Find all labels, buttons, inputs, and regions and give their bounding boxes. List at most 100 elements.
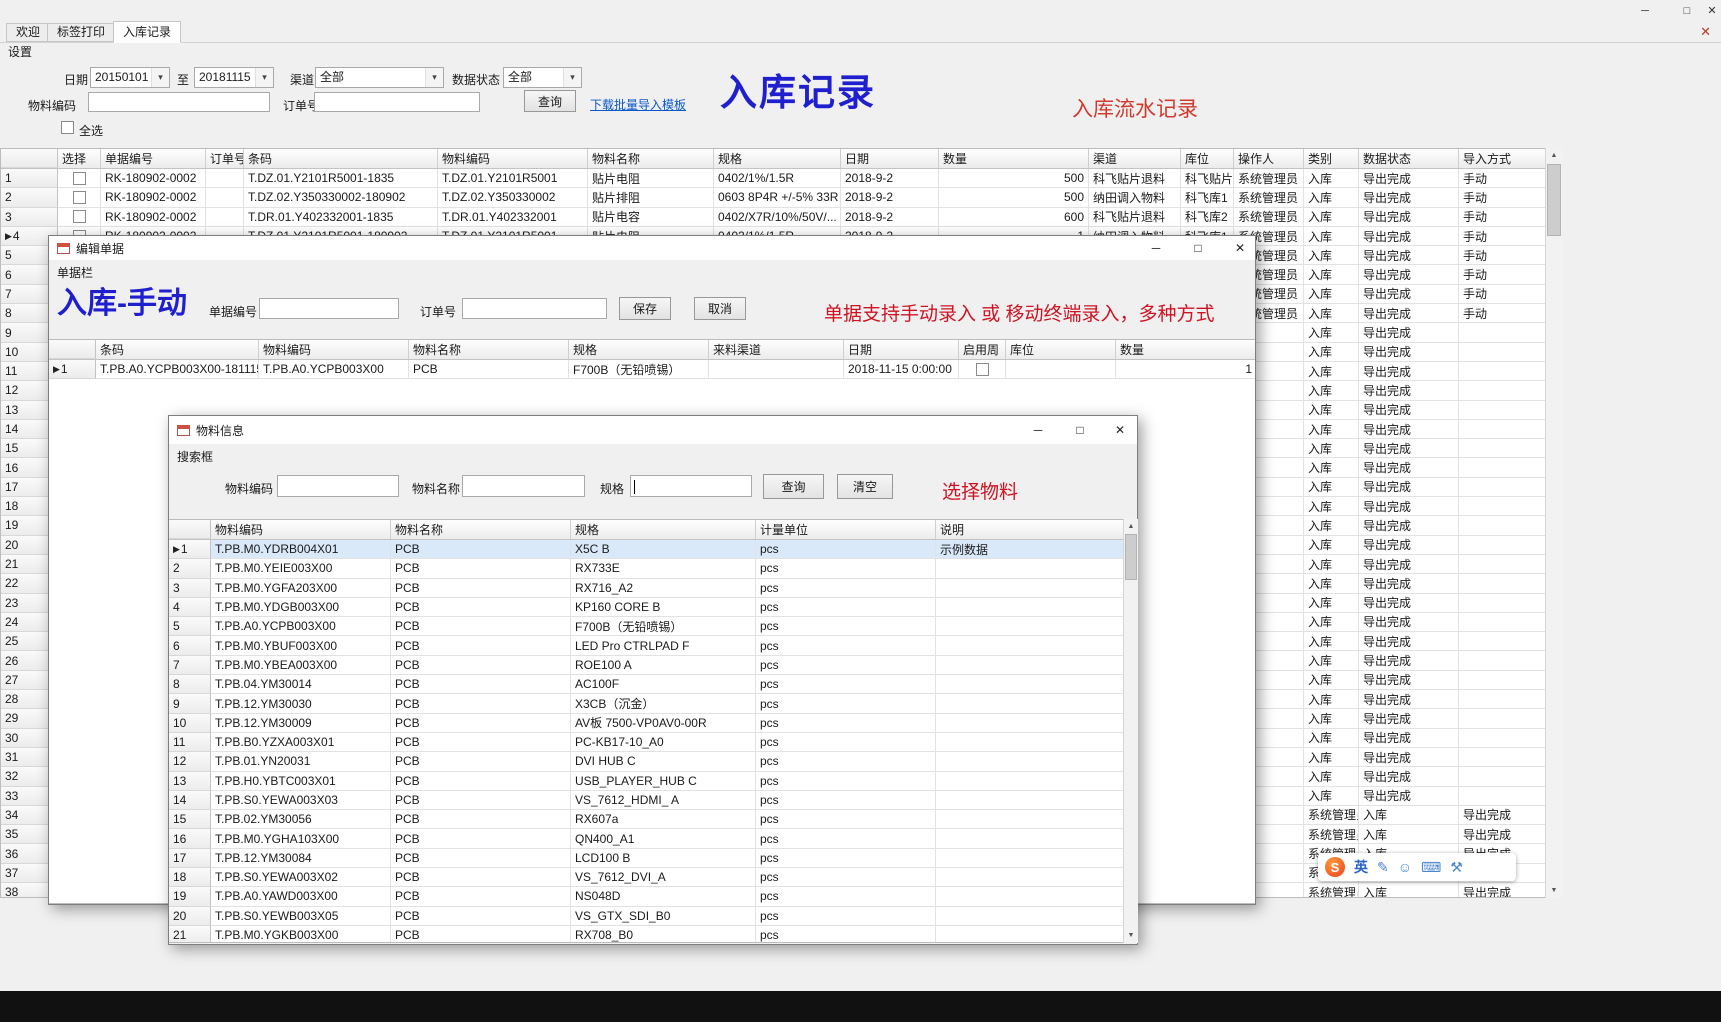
cell[interactable] [936,598,1125,617]
toolbox-icon[interactable]: ⚒ [1450,859,1463,876]
column-header[interactable]: 计量单位 [756,520,936,539]
cell[interactable] [936,733,1125,752]
cell[interactable]: RK-180902-0002 [101,188,206,207]
cell[interactable]: LCD100 B [571,849,756,868]
cell[interactable]: pcs [756,540,936,559]
chevron-down-icon[interactable]: ▾ [563,68,581,87]
cell[interactable]: 入库 [1304,516,1359,535]
cell[interactable]: T.DZ.02.Y350330002-180902 [244,188,438,207]
cell[interactable]: 导出完成 [1359,536,1459,555]
material-grid-scrollbar[interactable]: ▲ ▼ [1123,519,1138,943]
cell[interactable]: DVI HUB C [571,752,756,771]
table-row[interactable]: 2RK-180902-0002T.DZ.02.Y350330002-180902… [1,188,1561,207]
cell[interactable]: 2018-9-2 [841,208,939,227]
scrollbar-thumb[interactable] [1125,534,1137,580]
cell[interactable]: PCB [391,714,571,733]
column-header[interactable]: 物料编码 [211,520,391,539]
cell[interactable] [1459,613,1546,632]
cell[interactable]: 科飞库2 [1181,208,1234,227]
cell[interactable] [936,907,1125,926]
cell[interactable]: PCB [391,579,571,598]
row-checkbox[interactable] [73,172,86,185]
order-no-input[interactable] [314,92,480,112]
column-header[interactable]: 规格 [569,340,709,359]
cell[interactable]: 入库 [1304,594,1359,613]
cell[interactable]: T.PB.S0.YEWB003X05 [211,907,391,926]
cell[interactable]: PCB [391,829,571,848]
cell[interactable]: 系统管理员 [1234,208,1304,227]
dialog-close-button[interactable]: ✕ [1225,236,1255,260]
cell[interactable]: 入库 [1359,806,1459,825]
column-header[interactable]: 库位 [1181,149,1234,168]
cell[interactable] [936,579,1125,598]
cell[interactable]: pcs [756,810,936,829]
window-close-button[interactable]: ✕ [1697,3,1721,18]
cell[interactable]: T.PB.A0.YCPB003X00 [259,360,409,379]
cell[interactable]: 手动 [1459,246,1546,265]
cell[interactable]: 0603 8P4R +/-5% 33R [714,188,841,207]
row-header[interactable]: 12 [169,752,211,771]
cell[interactable] [936,559,1125,578]
cell[interactable]: pcs [756,868,936,887]
cell[interactable]: T.PB.M0.YDGB003X00 [211,598,391,617]
table-row[interactable]: 14T.PB.S0.YEWA003X03PCBVS_7612_HDMI_ Apc… [169,791,1137,810]
language-indicator[interactable]: 英 [1354,857,1368,877]
cell[interactable]: 导出完成 [1359,632,1459,651]
cell[interactable] [1459,516,1546,535]
column-header[interactable]: 单据编号 [101,149,206,168]
cell[interactable]: 导出完成 [1359,169,1459,188]
dialog-minimize-button[interactable]: ─ [1141,236,1171,260]
cell[interactable] [936,810,1125,829]
cell[interactable]: 入库 [1304,304,1359,323]
cell[interactable]: 入库 [1304,265,1359,284]
cell[interactable] [936,868,1125,887]
column-header[interactable]: 数量 [1116,340,1255,359]
cell[interactable]: 导出完成 [1359,304,1459,323]
cell[interactable]: T.PB.B0.YZXA003X01 [211,733,391,752]
cell[interactable] [709,360,844,379]
table-row[interactable]: 17T.PB.12.YM30084PCBLCD100 Bpcs [169,849,1137,868]
cell[interactable]: QN400_A1 [571,829,756,848]
cell[interactable]: 导出完成 [1359,767,1459,786]
scroll-down-icon[interactable]: ▼ [1546,883,1562,898]
material-code-input[interactable] [277,475,399,497]
cell[interactable]: T.PB.12.YM30030 [211,694,391,713]
cell[interactable]: 导出完成 [1359,362,1459,381]
cell[interactable]: 导出完成 [1359,323,1459,342]
table-row[interactable]: 2T.PB.M0.YEIE003X00PCBRX733Epcs [169,559,1137,578]
cell[interactable]: pcs [756,733,936,752]
cell[interactable]: 系统管理员 [1304,825,1359,844]
cell[interactable] [206,208,244,227]
row-checkbox[interactable] [976,363,989,376]
cell[interactable] [936,714,1125,733]
row-header[interactable]: 5 [169,617,211,636]
cancel-button[interactable]: 取消 [694,297,746,320]
cell[interactable]: 手动 [1459,188,1546,207]
cell[interactable]: 入库 [1304,188,1359,207]
cell[interactable]: 导出完成 [1359,188,1459,207]
cell[interactable]: 2018-9-2 [841,169,939,188]
cell[interactable]: PCB [391,656,571,675]
cell[interactable]: T.PB.12.YM30084 [211,849,391,868]
cell[interactable]: 入库 [1304,748,1359,767]
cell[interactable]: T.DR.01.Y402332001-1835 [244,208,438,227]
table-row[interactable]: 20T.PB.S0.YEWB003X05PCBVS_GTX_SDI_B0pcs [169,907,1137,926]
cell[interactable] [1459,574,1546,593]
cell[interactable]: PCB [391,617,571,636]
cell[interactable]: 500 [939,188,1089,207]
cell[interactable]: pcs [756,849,936,868]
cell[interactable]: 入库 [1304,227,1359,246]
cell[interactable] [1459,690,1546,709]
select-all-checkbox[interactable] [61,121,74,134]
cell[interactable]: 系统管理员 [1234,188,1304,207]
column-header[interactable]: 库位 [1006,340,1116,359]
material-name-input[interactable] [462,475,585,497]
clear-button[interactable]: 清空 [837,474,893,499]
scroll-down-icon[interactable]: ▼ [1124,928,1138,943]
column-header[interactable]: 来料渠道 [709,340,844,359]
cell[interactable]: PCB [391,636,571,655]
cell[interactable]: 导出完成 [1459,825,1546,844]
cell[interactable]: RX716_A2 [571,579,756,598]
cell[interactable] [936,675,1125,694]
table-row[interactable]: 19T.PB.A0.YAWD003X00PCBNS048Dpcs [169,887,1137,906]
